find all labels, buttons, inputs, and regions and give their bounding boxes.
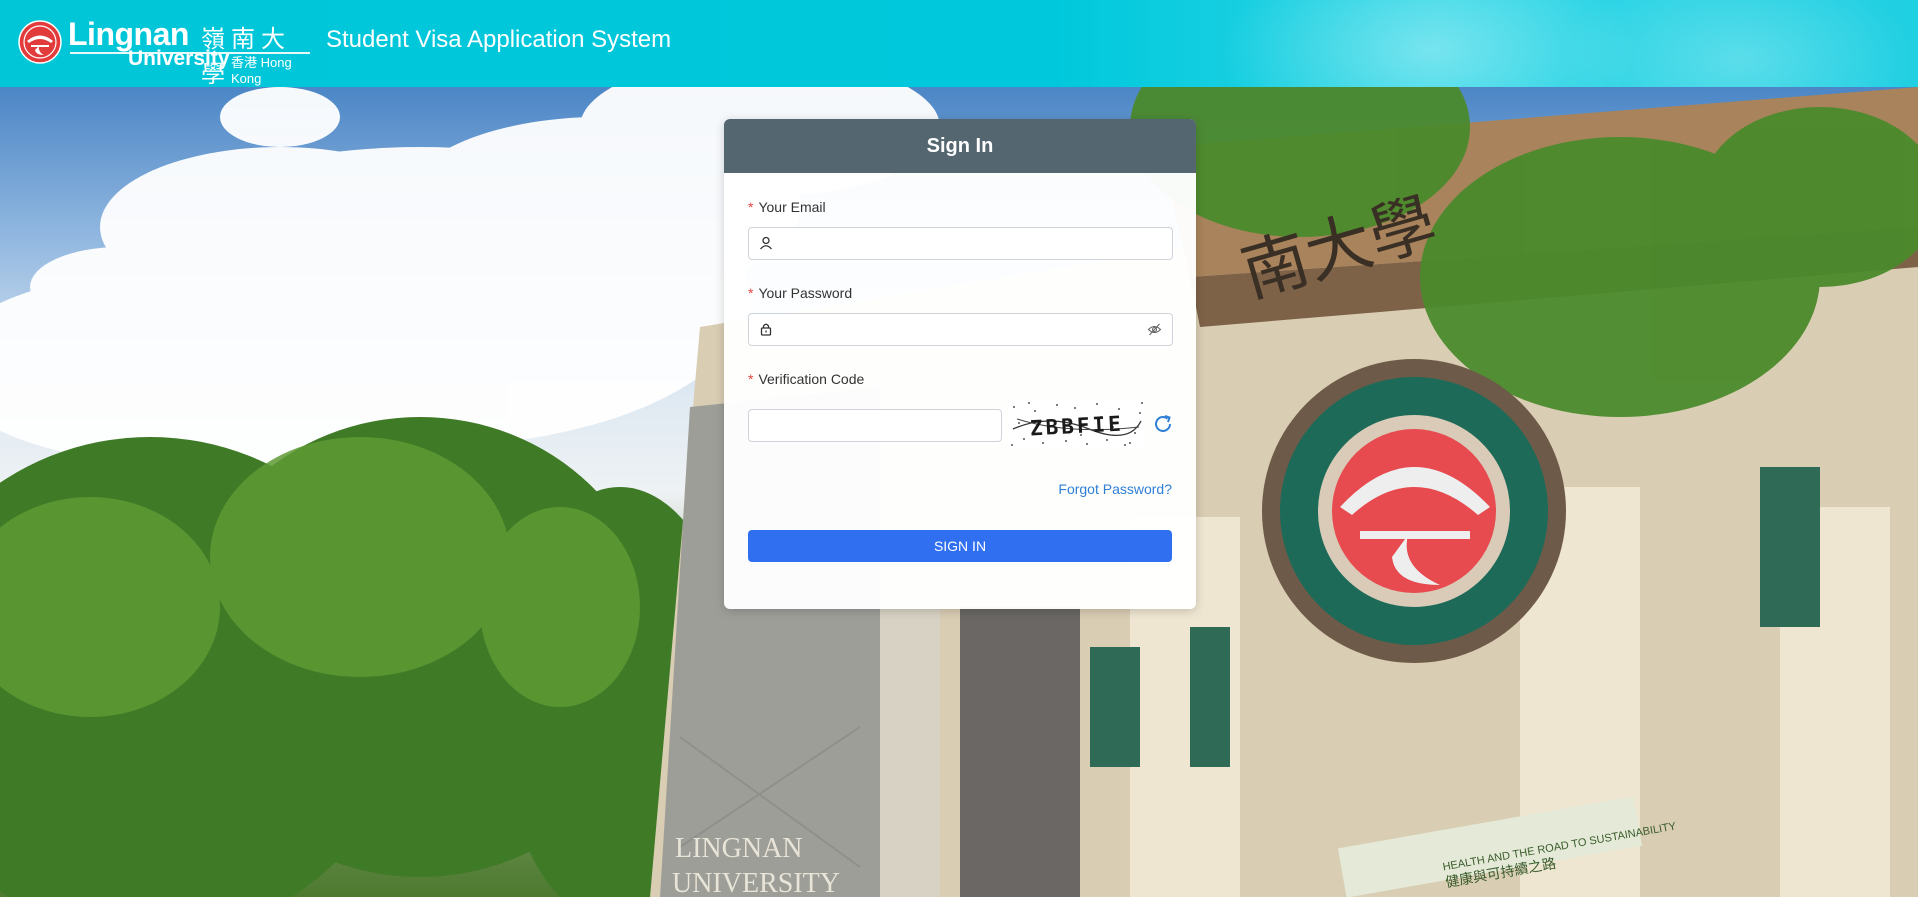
email-label-text: Your Email <box>758 199 826 215</box>
lingnan-seal-icon <box>18 20 62 64</box>
wall-sign-line1: LINGNAN <box>675 833 803 864</box>
top-header: Lingnan 嶺南大學 University 香港 Hong Kong Stu… <box>0 0 1918 87</box>
password-input[interactable] <box>783 318 1147 342</box>
header-decoration <box>1560 0 1918 87</box>
password-label-text: Your Password <box>758 285 853 301</box>
logo-location: 香港 Hong Kong <box>231 55 292 86</box>
required-mark: * <box>748 199 754 215</box>
verification-label: * Verification Code <box>748 371 864 387</box>
verification-label-text: Verification Code <box>758 371 865 387</box>
password-field[interactable] <box>748 313 1173 346</box>
required-mark: * <box>748 285 754 301</box>
lock-icon <box>760 323 772 336</box>
logo-university: University <box>128 47 230 70</box>
user-icon <box>760 236 772 250</box>
eye-off-icon[interactable] <box>1147 322 1162 337</box>
wall-sign-line2: UNIVERSITY <box>672 868 840 897</box>
forgot-password-link[interactable]: Forgot Password? <box>1058 481 1172 497</box>
password-label: * Your Password <box>748 285 852 301</box>
captcha-image[interactable]: ZBBFIE <box>1009 399 1145 449</box>
refresh-icon[interactable] <box>1152 413 1174 435</box>
email-input[interactable] <box>783 232 1147 256</box>
signin-title: Sign In <box>724 119 1196 173</box>
signin-card: Sign In * Your Email * Your Password * Veri… <box>724 119 1196 609</box>
email-field[interactable] <box>748 227 1173 260</box>
app-title: Student Visa Application System <box>326 26 672 53</box>
verification-code-field[interactable] <box>748 409 1002 442</box>
captcha-text: ZBBFIE <box>1029 412 1124 441</box>
sign-in-button[interactable]: SIGN IN <box>748 530 1172 562</box>
verification-code-input[interactable] <box>757 414 991 438</box>
email-label: * Your Email <box>748 199 826 215</box>
logo-wordmark: Lingnan 嶺南大學 University 香港 Hong Kong <box>68 14 318 87</box>
required-mark: * <box>748 371 754 387</box>
university-logo[interactable]: Lingnan 嶺南大學 University 香港 Hong Kong <box>18 14 318 87</box>
